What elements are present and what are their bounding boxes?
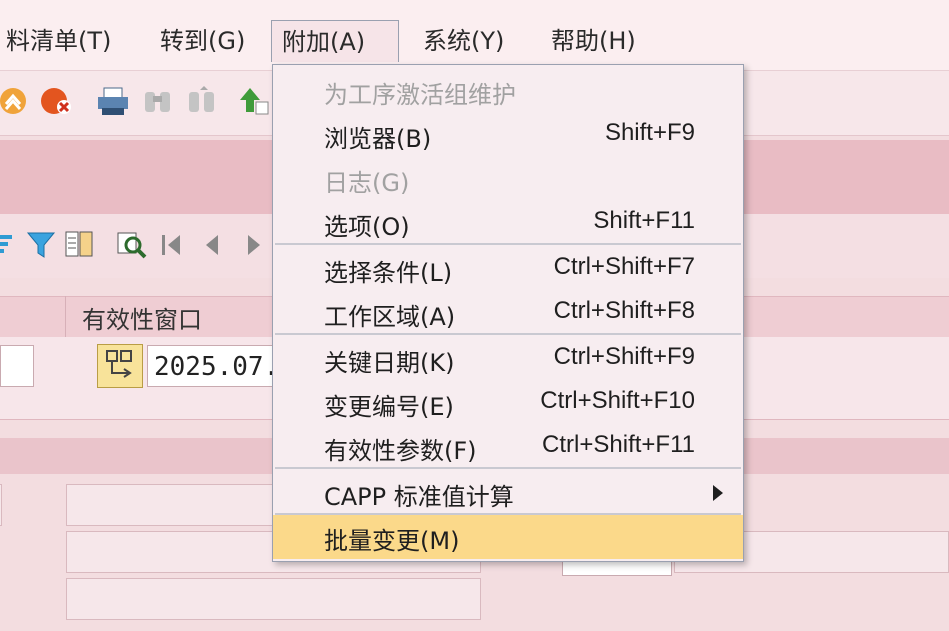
menu-item-label: 浏览器(B) — [324, 125, 432, 153]
menu-separator — [275, 467, 741, 469]
detail-field-left-edge[interactable] — [0, 484, 2, 526]
menu-item-label: CAPP 标准值计算 — [324, 483, 514, 511]
menu-item-options[interactable]: 选项(O) Shift+F11 — [273, 201, 743, 245]
filter-icon[interactable] — [26, 229, 56, 259]
menu-item-work-area[interactable]: 工作区域(A) Ctrl+Shift+F8 — [273, 291, 743, 335]
prev-page-icon[interactable] — [200, 232, 230, 262]
search-detail-icon[interactable] — [116, 229, 147, 259]
layout-icon[interactable] — [64, 229, 94, 259]
menu-help[interactable]: 帮助(H) — [541, 20, 646, 62]
menu-item-label: 工作区域(A) — [324, 303, 456, 331]
menu-item-key-date[interactable]: 关键日期(K) Ctrl+Shift+F9 — [273, 337, 743, 381]
menu-item-shortcut: Ctrl+Shift+F11 — [542, 431, 695, 458]
validity-window-header: 有效性窗口 — [82, 306, 202, 334]
menu-item-selection-criteria[interactable]: 选择条件(L) Ctrl+Shift+F7 — [273, 247, 743, 291]
menu-bar: 料清单(T) 转到(G) 附加(A) 系统(Y) 帮助(H) — [0, 0, 949, 71]
menu-item-label: 变更编号(E) — [324, 393, 454, 421]
first-page-icon[interactable] — [160, 232, 190, 262]
menu-item-label: 关键日期(K) — [324, 349, 455, 377]
hierarchy-icon[interactable] — [0, 86, 30, 116]
menu-item-label: 日志(G) — [324, 169, 410, 197]
extras-dropdown-menu: 为工序激活组维护 浏览器(B) Shift+F9 日志(G) 选项(O) Shi… — [272, 64, 744, 562]
find-next-icon[interactable] — [186, 86, 216, 116]
print-icon[interactable] — [96, 86, 128, 116]
upload-icon[interactable] — [238, 86, 269, 116]
menu-item-browser[interactable]: 浏览器(B) Shift+F9 — [273, 113, 743, 157]
cancel-icon[interactable] — [40, 86, 71, 116]
menu-item-shortcut: Shift+F11 — [593, 207, 695, 234]
find-icon[interactable] — [142, 86, 172, 116]
submenu-arrow-icon — [713, 485, 723, 501]
menu-separator — [275, 333, 741, 335]
menu-item-activate-group-maintenance: 为工序激活组维护 — [273, 69, 743, 113]
valid-from-date-input[interactable]: 2025.07. — [147, 345, 277, 387]
menu-item-capp-standard-value[interactable]: CAPP 标准值计算 — [273, 471, 743, 515]
sort-icon[interactable] — [0, 229, 28, 259]
menu-bom[interactable]: 料清单(T) — [0, 20, 121, 62]
menu-extras[interactable]: 附加(A) — [271, 20, 399, 62]
menu-item-label: 批量变更(M) — [324, 527, 460, 555]
menu-item-log: 日志(G) — [273, 157, 743, 201]
menu-item-shortcut: Ctrl+Shift+F7 — [553, 253, 695, 280]
detail-field-3[interactable] — [66, 578, 481, 620]
menu-system[interactable]: 系统(Y) — [413, 20, 514, 62]
matrix-button[interactable] — [97, 344, 143, 388]
menu-separator — [275, 243, 741, 245]
menu-item-shortcut: Ctrl+Shift+F9 — [553, 343, 695, 370]
menu-item-shortcut: Shift+F9 — [604, 119, 695, 146]
menu-item-change-number[interactable]: 变更编号(E) Ctrl+Shift+F10 — [273, 381, 743, 425]
menu-item-label: 选项(O) — [324, 213, 410, 241]
menu-item-label: 选择条件(L) — [324, 259, 453, 287]
next-page-icon[interactable] — [242, 232, 272, 262]
menu-item-label: 为工序激活组维护 — [324, 81, 516, 109]
left-input-field[interactable] — [0, 345, 34, 387]
menu-item-effectivity-parameters[interactable]: 有效性参数(F) Ctrl+Shift+F11 — [273, 425, 743, 469]
menu-item-mass-change[interactable]: 批量变更(M) — [273, 515, 743, 559]
menu-item-shortcut: Ctrl+Shift+F10 — [540, 387, 695, 414]
menu-goto[interactable]: 转到(G) — [150, 20, 255, 62]
menu-item-shortcut: Ctrl+Shift+F8 — [553, 297, 695, 324]
matrix-icon — [106, 350, 132, 378]
menu-item-label: 有效性参数(F) — [324, 437, 477, 465]
